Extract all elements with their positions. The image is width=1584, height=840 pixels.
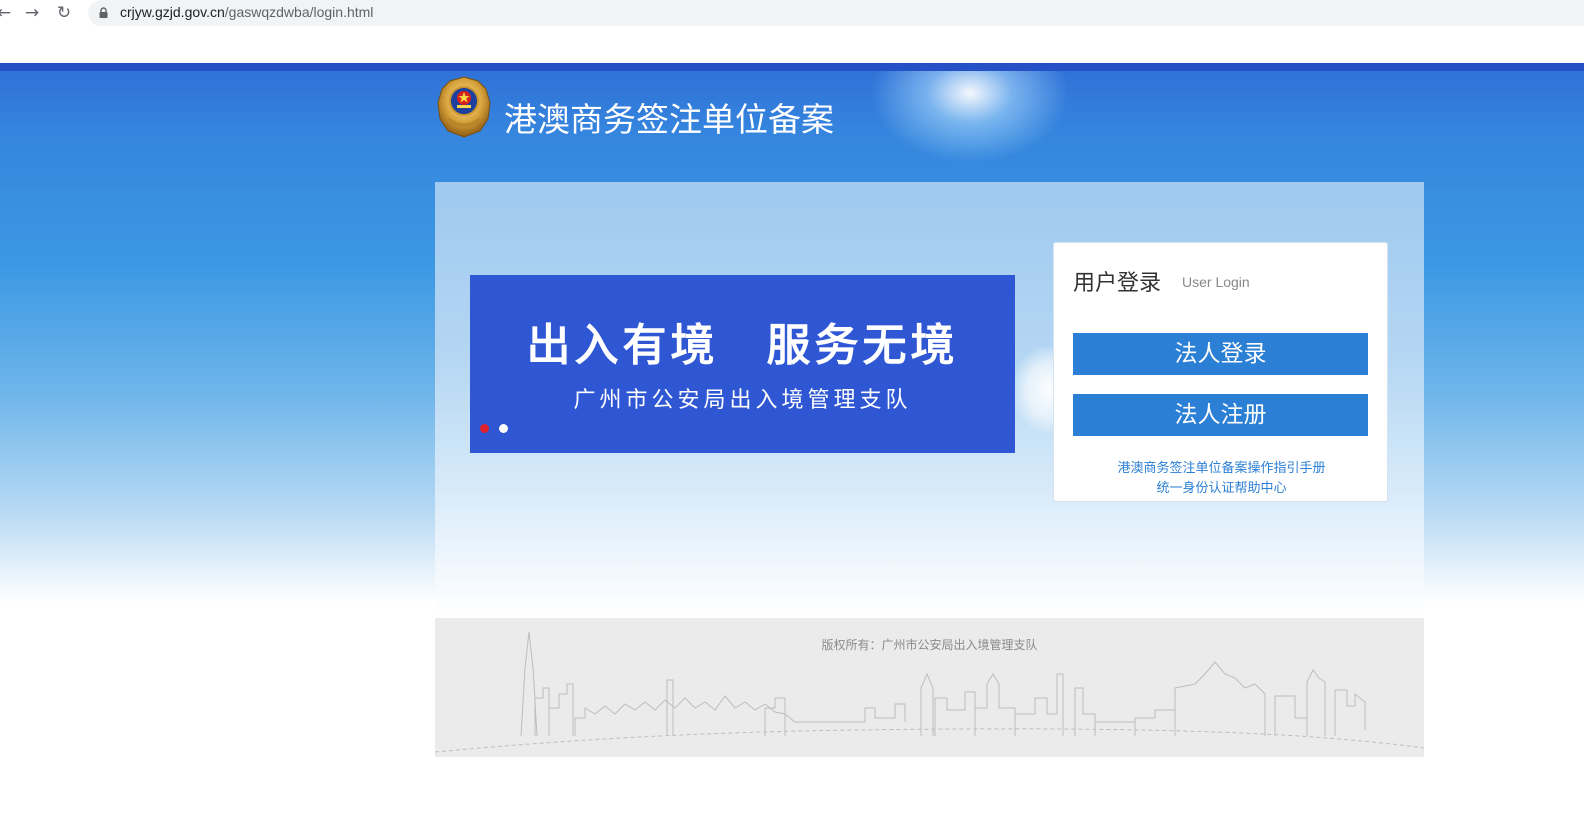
identity-help-center-link[interactable]: 统一身份认证帮助中心 bbox=[1054, 477, 1389, 496]
footer: 版权所有：广州市公安局出入境管理支队 bbox=[435, 618, 1424, 757]
banner-subtitle: 广州市公安局出入境管理支队 bbox=[573, 388, 912, 413]
arrow-right-icon: → bbox=[24, 3, 40, 23]
legal-person-register-button[interactable]: 法人注册 bbox=[1073, 394, 1368, 436]
address-bar[interactable]: crjyw.gzjd.gov.cn/gaswqzdwba/login.html bbox=[88, 0, 1584, 26]
login-title: 用户登录 bbox=[1073, 271, 1162, 296]
browser-toolbar: ← → ↻ crjyw.gzjd.gov.cn/gaswqzdwba/login… bbox=[0, 0, 1584, 27]
legal-person-login-button[interactable]: 法人登录 bbox=[1073, 333, 1368, 375]
back-button[interactable]: ← bbox=[0, 3, 14, 23]
carousel-dot-2[interactable] bbox=[499, 424, 508, 433]
arrow-left-icon: ← bbox=[0, 3, 12, 23]
top-bar bbox=[0, 63, 1584, 71]
login-box: 用户登录 User Login 法人登录 法人注册 港澳商务签注单位备案操作指引… bbox=[1053, 242, 1388, 502]
page: 港澳商务签注单位备案 出入有境 服务无境 广州市公安局出入境管理支队 用户登录 … bbox=[0, 63, 1584, 840]
banner-title: 出入有境 服务无境 bbox=[526, 320, 959, 371]
reload-button[interactable]: ↻ bbox=[54, 3, 74, 23]
copyright-text: 版权所有：广州市公安局出入境管理支队 bbox=[821, 638, 1038, 652]
forward-button[interactable]: → bbox=[22, 3, 42, 23]
login-subtitle: User Login bbox=[1182, 274, 1250, 290]
carousel-dot-1[interactable] bbox=[480, 424, 489, 433]
banner-carousel: 出入有境 服务无境 广州市公安局出入境管理支队 bbox=[470, 275, 1015, 453]
reload-icon: ↻ bbox=[56, 3, 72, 23]
guide-manual-link[interactable]: 港澳商务签注单位备案操作指引手册 bbox=[1054, 457, 1389, 476]
site-title: 港澳商务签注单位备案 bbox=[504, 100, 834, 139]
url-text: crjyw.gzjd.gov.cn/gaswqzdwba/login.html bbox=[120, 4, 373, 20]
lock-icon bbox=[99, 7, 108, 18]
main-panel: 出入有境 服务无境 广州市公安局出入境管理支队 用户登录 User Login … bbox=[435, 182, 1424, 618]
url-path: /gaswqzdwba/login.html bbox=[224, 4, 374, 20]
police-emblem-icon bbox=[437, 76, 491, 138]
url-domain: crjyw.gzjd.gov.cn bbox=[120, 4, 225, 20]
